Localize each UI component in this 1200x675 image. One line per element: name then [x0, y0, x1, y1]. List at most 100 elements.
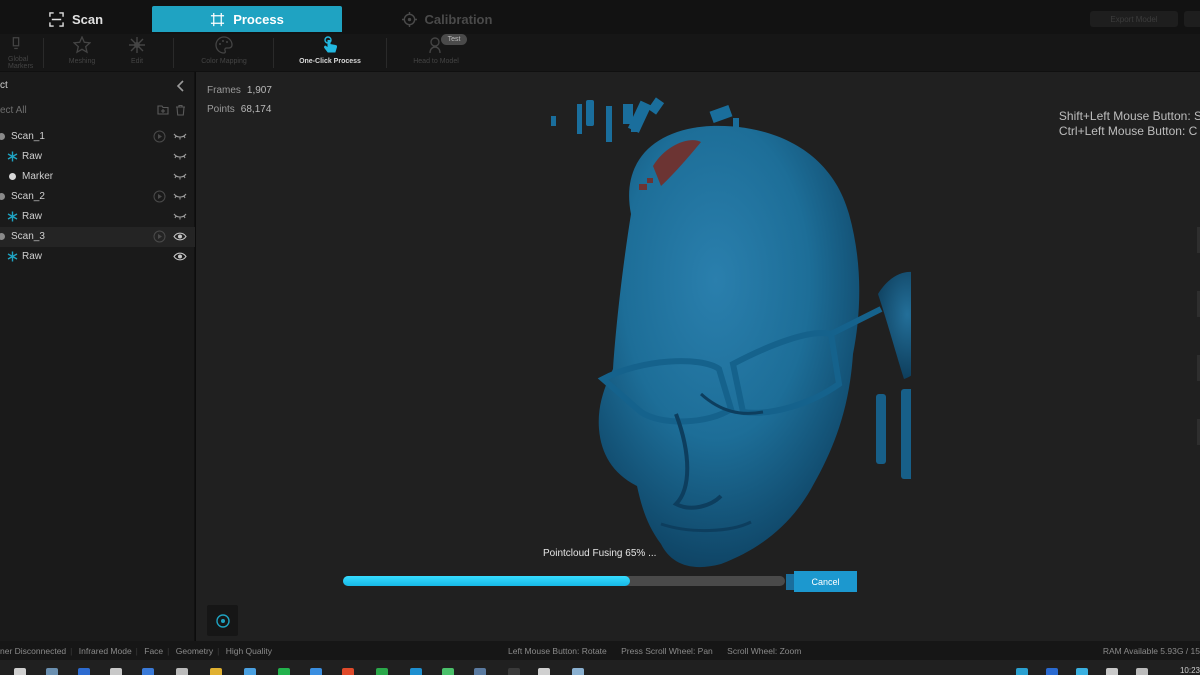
tree-item-scan[interactable]: Scan_3: [0, 227, 195, 247]
touch-icon: [324, 36, 338, 53]
window-control-button[interactable]: [1184, 11, 1200, 27]
play-circle-icon[interactable]: [153, 130, 166, 143]
hint-line: Ctrl+Left Mouse Button: C: [1058, 124, 1198, 138]
app-icon[interactable]: [244, 668, 256, 675]
system-clock: 10:23: [1179, 666, 1200, 675]
app-icon[interactable]: [442, 668, 454, 675]
app-icon[interactable]: [310, 668, 322, 675]
tool-edit[interactable]: Edit: [116, 36, 158, 70]
hint-zoom: Scroll Wheel: Zoom: [727, 646, 802, 656]
tray-icon[interactable]: [1136, 668, 1148, 675]
eye-hidden-icon[interactable]: [173, 151, 187, 162]
calibration-icon: [401, 11, 417, 27]
star-mesh-icon: [73, 36, 91, 54]
side-fragments: [876, 389, 911, 479]
tray-icon[interactable]: [1106, 668, 1118, 675]
tree-item-marker[interactable]: Marker: [0, 167, 195, 187]
chevron-left-icon[interactable]: [175, 79, 187, 93]
tool-label: Head to Model: [413, 58, 459, 65]
eye-hidden-icon[interactable]: [173, 211, 187, 222]
tool-one-click-process[interactable]: One-Click Process: [292, 36, 368, 70]
select-all-checkbox[interactable]: ect All: [0, 105, 27, 116]
cancel-button[interactable]: Cancel: [794, 571, 857, 592]
eye-hidden-icon[interactable]: [173, 191, 187, 202]
trash-icon[interactable]: [175, 104, 186, 116]
points-value: 68,174: [240, 104, 272, 115]
sidebar-header: ct: [0, 76, 195, 96]
scanner-status: ner Disconnected: [0, 646, 67, 656]
tray-icon[interactable]: [1046, 668, 1058, 675]
reset-view-button[interactable]: [207, 605, 238, 636]
tool-global-markers[interactable]: Global Markers: [0, 36, 38, 70]
app-icon[interactable]: [142, 668, 154, 675]
export-model-button[interactable]: Export Model: [1090, 11, 1178, 27]
app-icon[interactable]: [342, 668, 354, 675]
app-icon[interactable]: [110, 668, 122, 675]
app-icon[interactable]: [474, 668, 486, 675]
tool-color-mapping[interactable]: Color Mapping: [194, 36, 254, 70]
tool-label: One-Click Process: [299, 58, 361, 65]
toolbar-divider: [173, 38, 174, 68]
folder-icon[interactable]: [210, 668, 222, 675]
frames-value: 1,907: [246, 85, 272, 96]
test-badge: Test: [441, 34, 467, 45]
points-stat: Points 68,174: [207, 100, 272, 119]
mouse-hints: Shift+Left Mouse Button: S Ctrl+Left Mou…: [1059, 109, 1200, 139]
tree-item-raw[interactable]: Raw: [0, 147, 195, 167]
project-sidebar: ct ect All Scan_1 Raw Marker Scan_2 Raw …: [0, 72, 195, 641]
tree-item-scan[interactable]: Scan_2: [0, 187, 195, 207]
export-label: Export Model: [1110, 14, 1158, 24]
eye-visible-icon[interactable]: [173, 231, 187, 242]
eye-hidden-icon[interactable]: [173, 171, 187, 182]
status-left: ner Disconnected | Infrared Mode | Face | G…: [0, 646, 272, 656]
app-icon[interactable]: [78, 668, 90, 675]
app-icon[interactable]: [278, 668, 290, 675]
app-icon[interactable]: [538, 668, 550, 675]
tree-item-label: Scan_3: [11, 231, 45, 242]
sidebar-title: ct: [0, 80, 8, 91]
points-label: Points: [207, 104, 235, 115]
select-all-row: ect All: [0, 102, 195, 120]
asterisk-icon: [7, 251, 18, 262]
3d-viewport[interactable]: Frames 1,907 Points 68,174 Shift+Left Mous…: [196, 72, 1200, 641]
play-circle-icon[interactable]: [153, 230, 166, 243]
app-icon[interactable]: [376, 668, 388, 675]
tool-meshing[interactable]: Meshing: [58, 36, 106, 70]
tree-item-label: Raw: [22, 251, 43, 262]
eye-hidden-icon[interactable]: [173, 131, 187, 142]
play-circle-icon[interactable]: [153, 190, 166, 203]
tree-item-raw[interactable]: Raw: [0, 247, 195, 267]
tab-scan[interactable]: Scan: [0, 6, 152, 32]
eye-visible-icon[interactable]: [173, 251, 187, 262]
tool-label: Meshing: [68, 58, 96, 65]
app-icon[interactable]: [572, 668, 584, 675]
progress-fill: [343, 576, 631, 586]
process-toolbar: Global Markers Meshing Edit Color Mappin…: [0, 34, 1200, 72]
tab-process[interactable]: Process: [152, 6, 342, 32]
tray-icon[interactable]: [1076, 668, 1088, 675]
app-icon[interactable]: [508, 668, 520, 675]
tree-item-label: Marker: [22, 171, 54, 182]
palette-icon: [215, 36, 233, 54]
app-icon[interactable]: [46, 668, 58, 675]
toolbar-divider: [273, 38, 274, 68]
progress-status-text: Pointcloud Fusing 65% ...: [543, 548, 657, 559]
scan-frame-icon: [49, 11, 64, 27]
tab-process-label: Process: [233, 11, 284, 27]
tool-label: Edit: [130, 58, 144, 65]
frames-label: Frames: [207, 85, 241, 96]
tree-item-label: Scan_1: [11, 131, 45, 142]
tree-item-raw[interactable]: Raw: [0, 207, 195, 227]
quality-status: High Quality: [225, 646, 272, 656]
top-tab-bar: Scan Process Calibration Export Model: [0, 0, 1200, 34]
app-icon[interactable]: [176, 668, 188, 675]
app-icon[interactable]: [410, 668, 422, 675]
tray-icon[interactable]: [1016, 668, 1028, 675]
lightbulb-icon: [12, 37, 20, 50]
asterisk-icon: [7, 211, 18, 222]
tab-calibration[interactable]: Calibration: [342, 6, 552, 32]
tree-item-scan[interactable]: Scan_1: [0, 127, 195, 147]
hint-rotate: Left Mouse Button: Rotate: [508, 646, 607, 656]
folder-add-icon[interactable]: [157, 104, 169, 116]
start-icon[interactable]: [14, 668, 26, 675]
